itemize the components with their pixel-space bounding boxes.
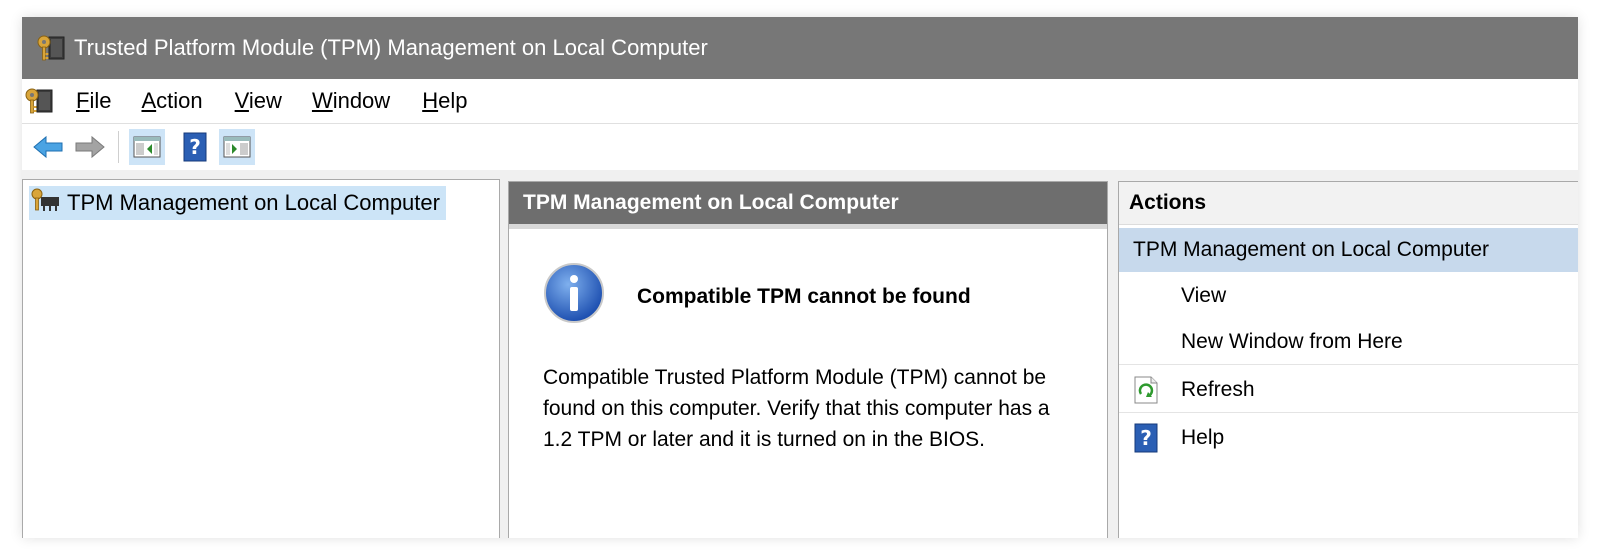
- window-title: Trusted Platform Module (TPM) Management…: [74, 35, 708, 60]
- tree-item-tpm-management[interactable]: TPM Management on Local Computer: [29, 186, 446, 220]
- action-view-label: View: [1181, 284, 1227, 307]
- show-hide-action-pane-button[interactable]: [219, 129, 255, 165]
- menu-bar: File Action View Window Help: [22, 79, 1578, 123]
- action-new-window-label: New Window from Here: [1181, 330, 1403, 353]
- menu-help[interactable]: Help: [422, 88, 467, 114]
- menu-action[interactable]: Action: [141, 88, 202, 114]
- action-new-window[interactable]: New Window from Here: [1119, 320, 1578, 365]
- info-title: Compatible TPM cannot be found: [637, 285, 971, 308]
- tree-item-label: TPM Management on Local Computer: [67, 190, 440, 215]
- help-icon: ?: [183, 132, 207, 162]
- help-icon: ?: [1131, 423, 1161, 453]
- action-refresh[interactable]: Refresh: [1119, 368, 1578, 413]
- menu-view-rest: iew: [248, 88, 282, 113]
- actions-header: Actions: [1119, 182, 1578, 225]
- back-arrow-icon: [33, 135, 63, 159]
- menu-action-accel: A: [141, 88, 157, 113]
- result-pane-header: TPM Management on Local Computer: [509, 182, 1107, 224]
- menu-window-rest: indow: [332, 88, 391, 113]
- help-button[interactable]: ?: [177, 129, 213, 165]
- action-refresh-label: Refresh: [1181, 378, 1255, 401]
- action-view[interactable]: View: [1119, 274, 1578, 318]
- mmc-window: Trusted Platform Module (TPM) Management…: [22, 17, 1578, 538]
- tpm-key-chip-icon: [36, 31, 70, 65]
- console-tree-pane: TPM Management on Local Computer: [22, 179, 500, 538]
- menu-view-accel: V: [234, 88, 249, 113]
- menu-window[interactable]: Window: [312, 88, 390, 114]
- menu-file-accel: F: [76, 88, 90, 113]
- result-pane: TPM Management on Local Computer Compati…: [508, 181, 1108, 538]
- actions-pane: Actions TPM Management on Local Computer…: [1118, 181, 1578, 538]
- menu-help-rest: elp: [438, 88, 468, 113]
- result-pane-header-divider: [509, 224, 1107, 229]
- show-hide-console-tree-button[interactable]: [129, 129, 165, 165]
- toolbar-separator: [118, 131, 119, 163]
- svg-text:?: ?: [1140, 426, 1152, 450]
- menu-view[interactable]: View: [235, 88, 282, 114]
- menu-action-rest: ction: [156, 88, 203, 113]
- back-button[interactable]: [30, 129, 66, 165]
- tpm-management-icon: [29, 187, 61, 220]
- toolbar: ?: [22, 123, 1578, 170]
- show-hide-action-pane-icon: [223, 136, 251, 158]
- tpm-key-chip-icon[interactable]: [24, 84, 58, 118]
- menu-file[interactable]: File: [76, 88, 111, 114]
- action-help-label: Help: [1181, 426, 1225, 449]
- show-hide-console-tree-icon: [133, 136, 161, 158]
- forward-arrow-icon: [75, 135, 105, 159]
- info-message: Compatible Trusted Platform Module (TPM)…: [543, 366, 1050, 451]
- info-icon: [543, 262, 605, 329]
- refresh-icon: [1131, 375, 1161, 405]
- menu-window-accel: W: [311, 88, 333, 113]
- action-help[interactable]: ? Help: [1119, 416, 1578, 460]
- svg-text:?: ?: [189, 135, 201, 159]
- forward-button[interactable]: [72, 129, 108, 165]
- actions-section-header[interactable]: TPM Management on Local Computer: [1119, 228, 1578, 272]
- menu-help-accel: H: [422, 88, 439, 113]
- title-bar: Trusted Platform Module (TPM) Management…: [22, 17, 1578, 79]
- menu-file-rest: ile: [89, 88, 112, 113]
